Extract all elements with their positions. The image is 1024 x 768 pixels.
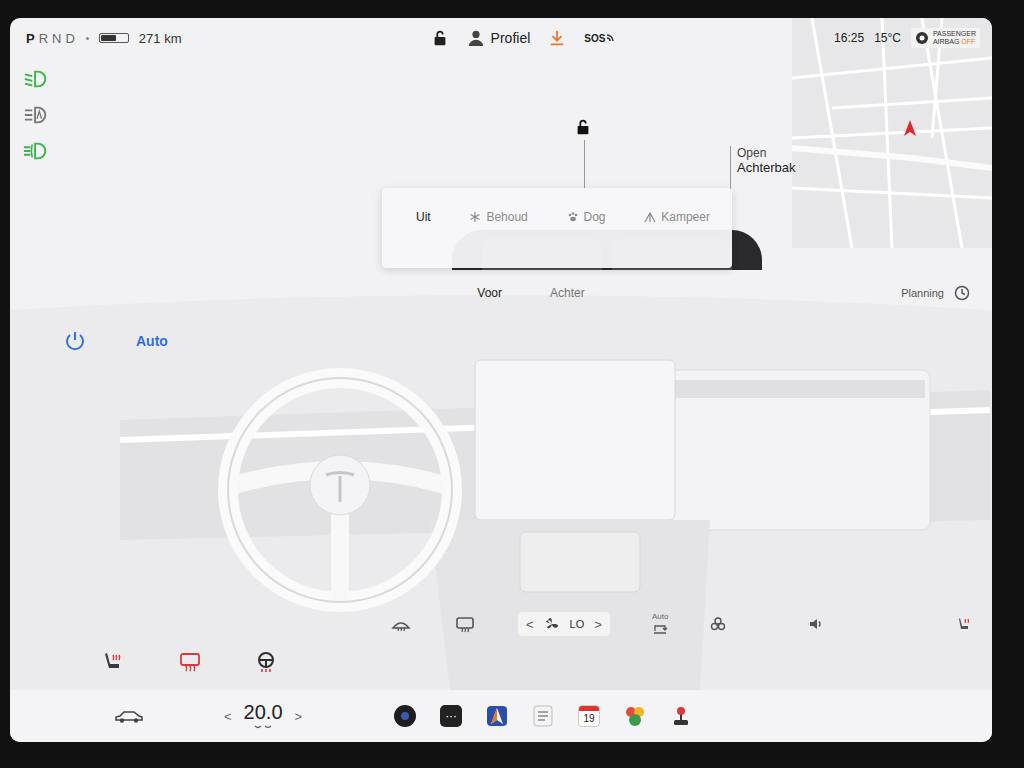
front-defrost-icon[interactable] — [390, 614, 412, 634]
zone-tab[interactable]: Achter — [548, 282, 587, 304]
cabin-temperature: 20.0 — [244, 701, 283, 724]
power-icon[interactable] — [64, 330, 86, 352]
fan-speed: LO — [570, 618, 585, 630]
fan-decrease-button[interactable]: < — [526, 617, 534, 632]
bottom-bar: <20.0 > ··· 19 — [10, 690, 992, 742]
gear: R — [39, 31, 49, 46]
recirculation-button[interactable]: Auto — [652, 612, 668, 637]
mode-option[interactable]: Behoud — [469, 210, 527, 224]
planning-button[interactable]: Planning — [587, 285, 970, 301]
download-icon[interactable] — [548, 29, 566, 47]
profile-label: Profiel — [491, 30, 531, 46]
mode-label: Kampeer — [661, 210, 710, 224]
tent-icon — [644, 211, 656, 223]
zone-tab[interactable]: Voor — [475, 282, 504, 304]
mode-option[interactable]: Kampeer — [644, 210, 710, 224]
snowflake-icon — [469, 211, 481, 223]
gear: P — [26, 31, 36, 46]
temperature-decrease-button[interactable]: < — [224, 709, 232, 724]
trunk-label: Achterbak — [737, 160, 796, 175]
clock-icon — [954, 285, 970, 301]
car-lock-icon[interactable] — [574, 118, 592, 136]
status-bar: PRND 271 km Profiel SOS 16:25 15°C PASSENGERAI… — [10, 18, 992, 58]
calendar-app[interactable]: 19 — [578, 705, 600, 727]
recirculation-label: Auto — [652, 612, 668, 621]
trunk-action: Open — [737, 146, 796, 160]
gear: N — [52, 31, 62, 46]
vehicle-area: PRND 271 km Profiel SOS 16:25 15°C PASSENGERAI… — [10, 18, 992, 270]
mode-label: Behoud — [486, 210, 527, 224]
airbag-label: PASSENGER — [933, 30, 976, 38]
climate-keep-popup: Uit Behoud Dog Kampeer — [382, 188, 732, 268]
unlocked-icon[interactable] — [431, 29, 449, 47]
mode-option[interactable]: Dog — [567, 210, 606, 224]
fan-speed-control: < LO > — [518, 612, 610, 636]
profile-button[interactable]: Profiel — [467, 29, 531, 47]
display-bezel: PRND 271 km Profiel SOS 16:25 15°C PASSENGERAI… — [0, 0, 1024, 768]
arcade-app-icon[interactable] — [670, 705, 692, 727]
zone-tabs: Voor Achter — [415, 282, 586, 304]
app-dock: ··· 19 — [394, 705, 692, 727]
headlight-icon[interactable] — [23, 104, 49, 126]
toybox-app-icon[interactable] — [624, 705, 646, 727]
passenger-airbag-indicator: PASSENGERAIRBAG OFF — [911, 28, 980, 47]
headlight-icon[interactable] — [23, 140, 49, 162]
signal-icon — [605, 33, 615, 43]
temperature-increase-button[interactable]: > — [295, 709, 303, 724]
more-dots: ··· — [445, 710, 457, 722]
volume-icon[interactable] — [808, 616, 824, 632]
clock: 16:25 — [834, 31, 864, 45]
fan-increase-button[interactable]: > — [594, 617, 602, 632]
mini-map[interactable] — [792, 18, 992, 248]
car-view: OpenAchterbak Uit Behoud Dog Kampeer — [62, 58, 992, 270]
headlight-icon[interactable] — [23, 68, 49, 90]
rear-window-defrost-icon[interactable] — [454, 614, 476, 634]
touchscreen: PRND 271 km Profiel SOS 16:25 15°C PASSENGERAI… — [10, 18, 992, 742]
separator-dot — [86, 37, 89, 40]
gear: D — [65, 31, 75, 46]
airbag-status: OFF — [961, 38, 975, 45]
recirculation-icon — [652, 621, 668, 637]
fan-icon — [544, 616, 560, 632]
airbag-label: AIRBAG OFF — [933, 38, 976, 46]
outside-temperature: 15°C — [874, 31, 901, 45]
more-apps-button[interactable]: ··· — [440, 705, 462, 727]
airflow-icon — [253, 724, 273, 732]
passenger-seat-heater-icon[interactable] — [956, 616, 972, 632]
sos-label: SOS — [584, 33, 605, 44]
car-icon[interactable] — [114, 708, 144, 724]
heater-icon[interactable] — [178, 651, 202, 673]
notes-app-icon[interactable] — [532, 705, 554, 727]
mode-option[interactable]: Uit — [416, 210, 431, 224]
map-roads-icon — [792, 18, 992, 248]
range: 271 km — [139, 31, 182, 46]
planning-label: Planning — [901, 287, 944, 299]
mode-label: Dog — [584, 210, 606, 224]
open-trunk-button[interactable]: OpenAchterbak — [730, 146, 796, 199]
biohazard-mode-icon[interactable] — [710, 616, 726, 632]
auto-climate-button[interactable]: Auto — [136, 333, 168, 349]
airbag-icon — [915, 31, 929, 45]
navigation-app-icon[interactable] — [486, 705, 508, 727]
mode-label: Uit — [416, 210, 431, 224]
gear-selector: PRND — [26, 31, 76, 46]
cabin-temperature-control: <20.0 > — [224, 701, 302, 732]
sos-button[interactable]: SOS — [584, 33, 615, 44]
calendar-day: 19 — [584, 711, 595, 726]
lights-column — [10, 58, 62, 270]
climate-panel: Voor Achter Planning Auto < LO > Auto — [10, 270, 992, 690]
heater-icon[interactable] — [102, 651, 126, 673]
camera-app[interactable] — [394, 705, 416, 727]
paw-icon — [567, 211, 579, 223]
heater-icon[interactable] — [254, 651, 278, 673]
person-icon — [467, 29, 485, 47]
battery-icon — [99, 33, 129, 43]
